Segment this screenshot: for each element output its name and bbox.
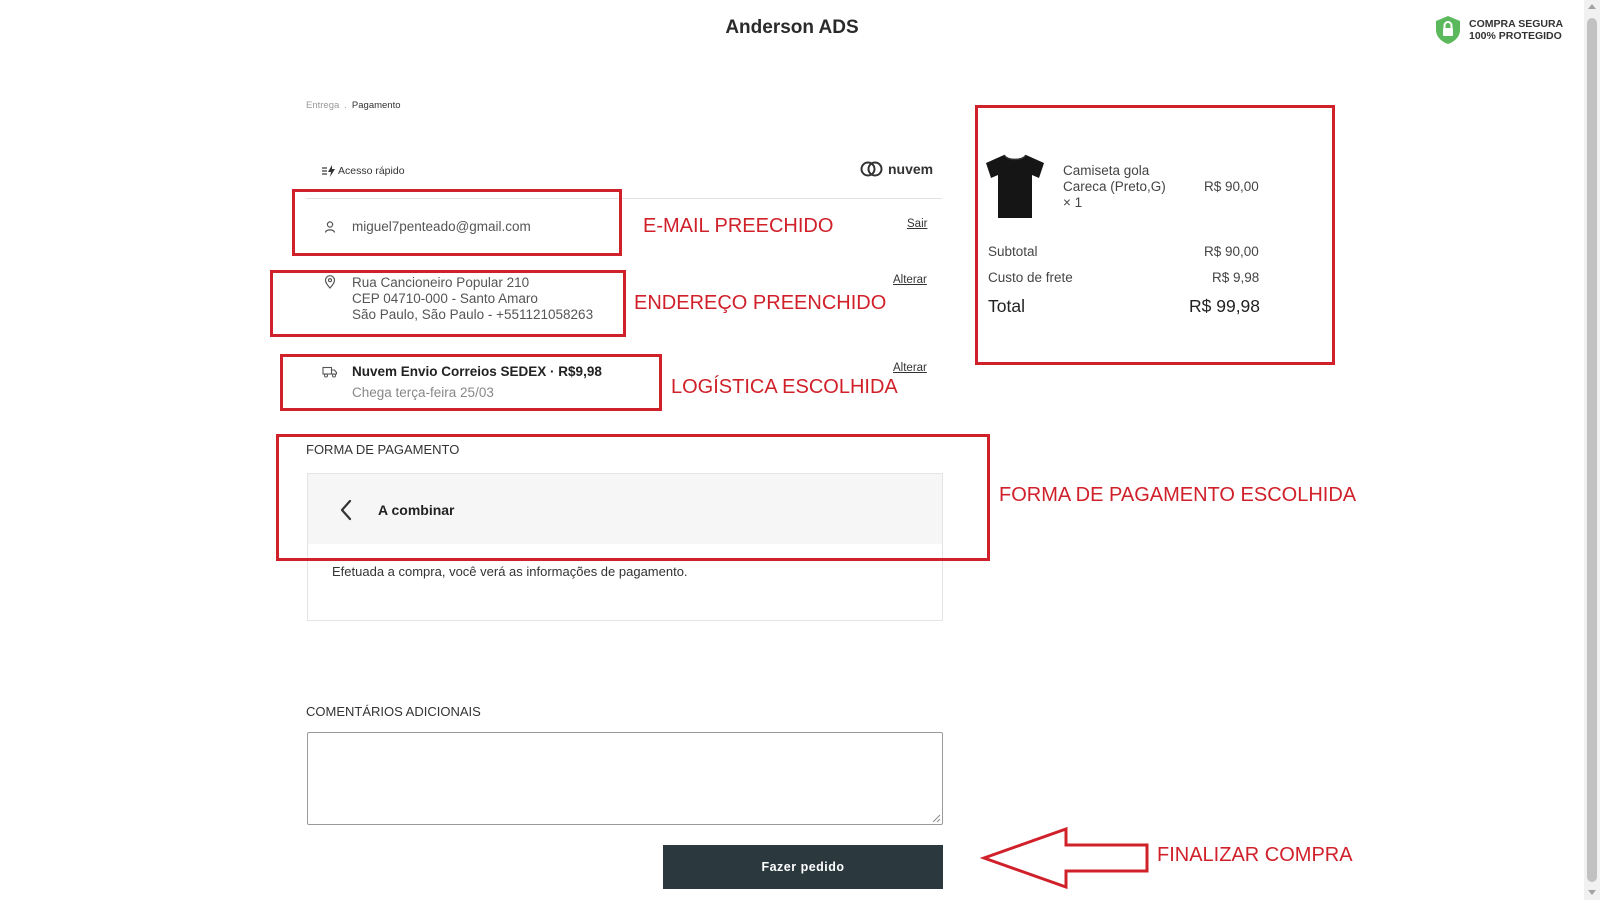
secure-label-1: COMPRA SEGURA — [1469, 18, 1564, 30]
change-address-link[interactable]: Alterar — [893, 274, 927, 286]
scroll-up-icon[interactable] — [1588, 4, 1596, 9]
annotation-box-payment — [276, 434, 990, 561]
annotation-label-logistics: LOGÍSTICA ESCOLHIDA — [671, 376, 898, 398]
quick-access-label: Acesso rápido — [338, 165, 405, 177]
scroll-thumb[interactable] — [1587, 18, 1597, 882]
annotation-box-logistics — [280, 354, 662, 411]
shield-lock-icon — [1436, 16, 1460, 44]
breadcrumb-entrega[interactable]: Entrega — [306, 100, 339, 111]
resize-handle-icon[interactable] — [932, 814, 941, 823]
nuvem-cloud-icon — [860, 161, 883, 177]
payment-description: Efetuada a compra, você verá as informaç… — [332, 564, 688, 579]
comments-textarea[interactable] — [307, 732, 943, 825]
breadcrumb: Entrega . Pagamento — [306, 100, 401, 111]
secure-label-2: 100% PROTEGIDO — [1469, 30, 1562, 42]
comments-label: COMENTÁRIOS ADICIONAIS — [306, 704, 481, 719]
secure-badge: COMPRA SEGURA 100% PROTEGIDO — [1434, 15, 1563, 45]
annotation-box-email — [292, 189, 622, 256]
place-order-button[interactable]: Fazer pedido — [663, 845, 943, 889]
annotation-box-order-summary — [975, 105, 1335, 365]
annotation-label-address: ENDEREÇO PREENCHIDO — [634, 292, 887, 314]
change-shipping-link[interactable]: Alterar — [893, 362, 927, 374]
breadcrumb-pagamento: Pagamento — [351, 100, 401, 111]
annotation-box-address — [270, 270, 626, 337]
logout-link[interactable]: Sair — [907, 218, 927, 230]
nuvem-brand: nuvem — [888, 161, 934, 177]
nuvem-logo: nuvem — [860, 161, 933, 177]
quick-access-icon — [322, 165, 335, 177]
annotation-label-email: E-MAIL PREECHIDO — [643, 215, 834, 237]
breadcrumb-separator: . — [344, 100, 347, 111]
annotation-label-payment: FORMA DE PAGAMENTO ESCOLHIDA — [999, 484, 1357, 506]
annotation-label-finalize: FINALIZAR COMPRA — [1157, 844, 1353, 866]
arrow-left-icon — [980, 826, 1149, 890]
quick-access: Acesso rápido — [322, 165, 405, 177]
store-name: Anderson ADS — [725, 17, 859, 38]
scroll-down-icon[interactable] — [1588, 890, 1596, 895]
